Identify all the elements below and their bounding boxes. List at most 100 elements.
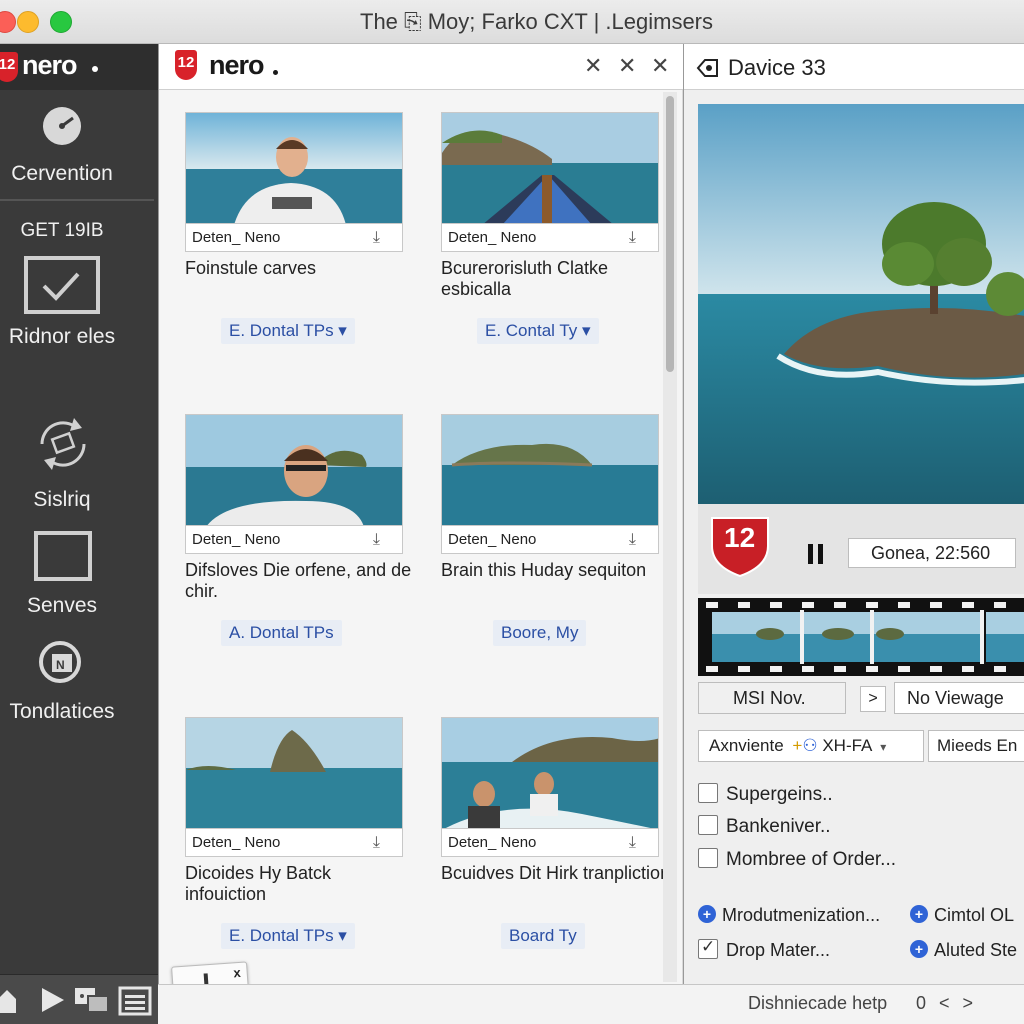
download-icon[interactable]: ⤓ bbox=[629, 834, 636, 852]
video-preview[interactable] bbox=[698, 104, 1024, 504]
media-thumbnail[interactable] bbox=[441, 717, 659, 829]
media-card-source: Deten_ Neno bbox=[192, 834, 281, 851]
scrollbar-thumb[interactable] bbox=[666, 96, 674, 372]
download-icon[interactable]: ⤓ bbox=[373, 531, 380, 549]
media-thumbnail[interactable] bbox=[185, 414, 403, 526]
timecode-field[interactable]: Gonea, 22:560 bbox=[848, 538, 1016, 568]
checkbox-box[interactable] bbox=[698, 814, 718, 835]
plus-circle-icon[interactable]: + bbox=[910, 940, 928, 959]
format-label: Axnviente bbox=[709, 736, 784, 755]
media-card-dropdown[interactable]: Board Ty bbox=[501, 923, 585, 949]
media-card-bar: Deten_ Neno ⤓ bbox=[185, 829, 403, 857]
checkbox-label: Mombree of Order... bbox=[726, 849, 897, 870]
logo-dot bbox=[92, 66, 98, 72]
checkbox-icon bbox=[24, 256, 100, 314]
download-icon[interactable]: ⤓ bbox=[629, 229, 636, 247]
media-card-bar: Deten_ Neno ⤓ bbox=[441, 526, 659, 554]
checkbox-box[interactable] bbox=[698, 937, 718, 960]
window-icon bbox=[34, 531, 92, 581]
media-card-dropdown[interactable]: E. Contal Ty ▾ bbox=[477, 318, 599, 344]
plus-circle-icon[interactable]: + bbox=[698, 905, 716, 924]
format-value: XH-FA bbox=[822, 736, 872, 755]
transfer-icon[interactable] bbox=[74, 985, 110, 1015]
mieeds-dropdown[interactable]: Mieeds En bbox=[928, 730, 1024, 762]
version-badge: 12 bbox=[724, 522, 756, 553]
pause-icon[interactable] bbox=[808, 544, 824, 564]
radio-label: Mrodutmenization... bbox=[722, 905, 881, 925]
sidebar-item-label: Cervention bbox=[11, 162, 113, 185]
home-icon[interactable] bbox=[0, 987, 18, 1015]
media-thumbnail[interactable] bbox=[441, 414, 659, 526]
download-icon[interactable]: ⤓ bbox=[373, 834, 380, 852]
media-card-dropdown[interactable]: E. Dontal TPs ▾ bbox=[221, 318, 355, 344]
sidebar-item-label: Ridnor eles bbox=[8, 325, 116, 348]
preview-image bbox=[698, 104, 1024, 504]
option-checkbox[interactable]: Mombree of Order... bbox=[698, 847, 897, 875]
checkbox-box[interactable] bbox=[698, 782, 718, 803]
checkbox-label: Drop Mater... bbox=[726, 940, 831, 960]
media-card-bar: Deten_ Neno ⤓ bbox=[441, 224, 659, 252]
sidebar-logo: 12 nero bbox=[0, 44, 158, 90]
media-card-source: Deten_ Neno bbox=[192, 229, 281, 246]
status-text: Dishniecade hetp bbox=[748, 993, 888, 1013]
view-select[interactable]: No Viewage bbox=[894, 682, 1024, 714]
next-button[interactable]: > bbox=[860, 686, 886, 712]
close-window-button[interactable] bbox=[0, 11, 16, 33]
option-radio[interactable]: + Mrodutmenization... bbox=[698, 905, 880, 931]
option-radio[interactable]: + Aluted Ste bbox=[910, 940, 1017, 966]
media-card-title: Bcurerorisluth Clatke esbicalla bbox=[441, 258, 609, 299]
logo-dot bbox=[273, 70, 278, 75]
media-card-title: Foinstule carves bbox=[185, 258, 317, 278]
media-card-bar: Deten_ Neno ⤓ bbox=[185, 224, 403, 252]
thumbnail-image bbox=[442, 113, 658, 223]
device-icon bbox=[696, 59, 718, 77]
thumbnail-image bbox=[186, 718, 402, 828]
filmstrip-frames bbox=[698, 598, 1024, 676]
format-dropdown[interactable]: Axnviente +⚇ XH-FA ▾ bbox=[698, 730, 924, 762]
nero-logo-text: nero bbox=[209, 50, 265, 80]
media-card-dropdown[interactable]: Boore, My bbox=[493, 620, 587, 646]
plus-circle-icon[interactable]: + bbox=[910, 905, 928, 924]
radio-label: Aluted Ste bbox=[934, 940, 1018, 960]
option-checkbox[interactable]: Drop Mater... bbox=[698, 937, 831, 966]
playback-controls: 12 Gonea, 22:560 bbox=[698, 504, 1024, 594]
device-title: Davice 33 bbox=[728, 55, 826, 80]
header-close-icon[interactable]: ✕ bbox=[584, 53, 602, 79]
option-checkbox[interactable]: Bankeniver.. bbox=[698, 814, 831, 842]
thumbnail-image bbox=[442, 718, 658, 828]
people-icon: ⚇ bbox=[802, 736, 818, 755]
media-thumbnail[interactable] bbox=[185, 717, 403, 829]
sidebar-toolbar bbox=[0, 974, 158, 1024]
option-checkbox[interactable]: Supergeins.. bbox=[698, 782, 833, 810]
msi-nov-button[interactable]: MSI Nov. bbox=[698, 682, 846, 714]
option-radio[interactable]: + Cimtol OL bbox=[910, 905, 1014, 931]
radio-label: Cimtol OL bbox=[934, 905, 1015, 925]
media-scrollbar[interactable] bbox=[663, 92, 677, 982]
disc-icon: N bbox=[39, 641, 81, 683]
calendar-icon[interactable] bbox=[118, 984, 152, 1016]
drag-close-icon[interactable]: x bbox=[233, 965, 241, 980]
minimize-window-button[interactable] bbox=[17, 11, 39, 33]
nero-badge-icon: 12 bbox=[0, 52, 18, 82]
checkbox-box[interactable] bbox=[698, 847, 718, 868]
download-icon[interactable]: ⤓ bbox=[629, 531, 636, 549]
sync-icon bbox=[40, 418, 86, 470]
download-icon[interactable]: ⤓ bbox=[373, 229, 380, 247]
header-close-icon[interactable]: ✕ bbox=[618, 53, 636, 79]
thumbnail-image bbox=[186, 113, 402, 223]
media-thumbnail[interactable] bbox=[185, 112, 403, 224]
media-card-title: Brain this Huday sequiton bbox=[441, 560, 647, 580]
media-card-dropdown[interactable]: E. Dontal TPs ▾ bbox=[221, 923, 355, 949]
filmstrip[interactable] bbox=[698, 598, 1024, 676]
chevron-down-icon: ▾ bbox=[880, 740, 887, 754]
status-bar: Dishniecade hetp 0 < > bbox=[158, 984, 1024, 1024]
media-card-title: Difsloves Die orfene, and de chir. bbox=[185, 560, 412, 601]
zoom-window-button[interactable] bbox=[50, 11, 72, 33]
media-card-dropdown[interactable]: A. Dontal TPs bbox=[221, 620, 342, 646]
header-close-icon[interactable]: ✕ bbox=[651, 53, 669, 79]
media-thumbnail[interactable] bbox=[441, 112, 659, 224]
play-icon[interactable] bbox=[38, 985, 66, 1015]
media-card-source: Deten_ Neno bbox=[448, 834, 537, 851]
status-nav-controls[interactable]: 0 < > bbox=[916, 993, 977, 1014]
thumbnail-image bbox=[442, 415, 658, 525]
